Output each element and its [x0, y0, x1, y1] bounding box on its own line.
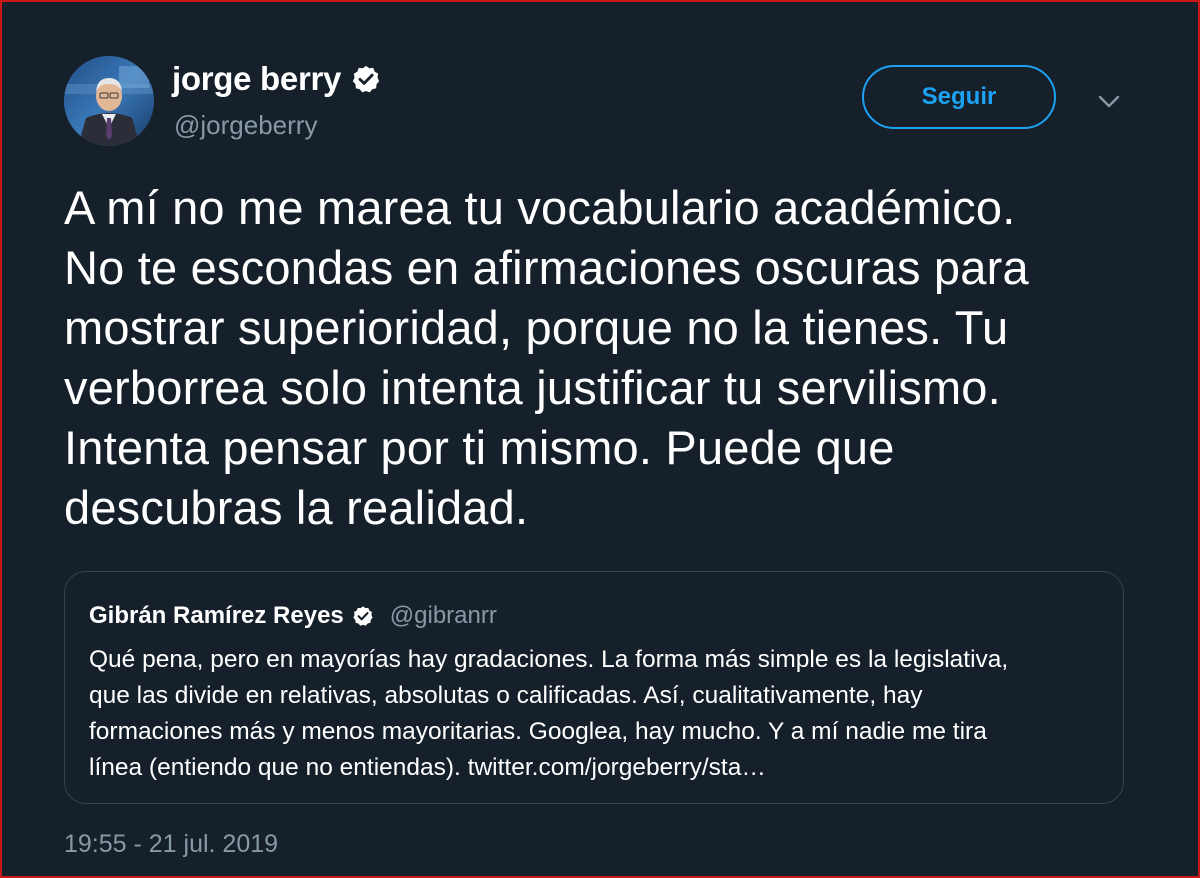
tweet-card: jorge berry @jorgeberry Seguir A mí no m…: [0, 0, 1200, 878]
author-name-row[interactable]: jorge berry: [172, 60, 381, 98]
quoted-author-handle: @gibranrr: [389, 602, 497, 629]
verified-badge-icon: [351, 64, 381, 94]
author-display-name[interactable]: jorge berry: [172, 60, 341, 98]
tweet-text: A mí no me marea tu vocabulario académic…: [64, 181, 1029, 534]
follow-button[interactable]: Seguir: [862, 65, 1056, 129]
quoted-tweet-text: Qué pena, pero en mayorías hay gradacion…: [89, 646, 1009, 781]
tweet-timestamp[interactable]: 19:55 - 21 jul. 2019: [64, 830, 278, 859]
quoted-tweet-header: Gibrán Ramírez Reyes @gibranrr: [89, 602, 497, 630]
author-handle[interactable]: @jorgeberry: [174, 110, 317, 141]
quoted-verified-badge-icon: [352, 605, 374, 627]
avatar[interactable]: [64, 56, 154, 146]
quoted-author-name: Gibrán Ramírez Reyes: [89, 602, 344, 629]
quoted-tweet-card[interactable]: Gibrán Ramírez Reyes @gibranrr Qué pena,…: [64, 571, 1124, 804]
chevron-down-icon[interactable]: [1096, 88, 1122, 114]
